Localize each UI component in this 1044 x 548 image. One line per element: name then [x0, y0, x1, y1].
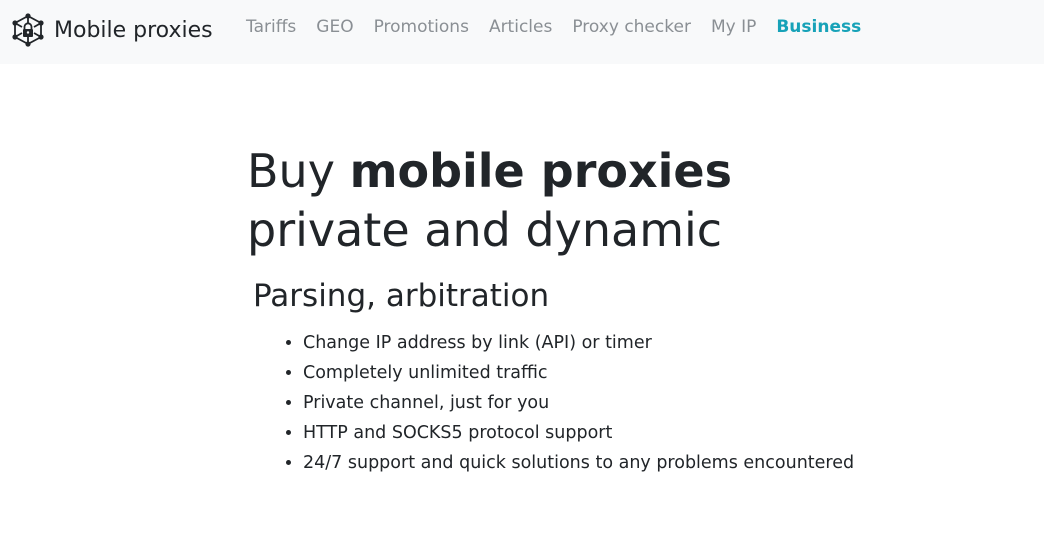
- list-item: Change IP address by link (API) or timer: [303, 328, 1023, 358]
- nav-link-business[interactable]: Business: [776, 17, 861, 37]
- page-subtitle: Parsing, arbitration: [253, 278, 550, 314]
- network-lock-icon: [10, 12, 46, 48]
- nav-item-my-ip: My IP: [711, 17, 756, 37]
- nav-item-articles: Articles: [489, 17, 552, 37]
- title-part1: Buy: [247, 144, 350, 198]
- nav-item-tariffs: Tariffs: [246, 17, 296, 37]
- list-item: Private channel, just for you: [303, 388, 1023, 418]
- nav-item-promotions: Promotions: [374, 17, 469, 37]
- nav-link-geo[interactable]: GEO: [316, 17, 353, 37]
- list-item: 24/7 support and quick solutions to any …: [303, 448, 1023, 478]
- hero: Buy mobile proxies private and dynamic: [247, 142, 947, 260]
- title-line2: private and dynamic: [247, 203, 723, 257]
- nav-link-promotions[interactable]: Promotions: [374, 17, 469, 37]
- list-item: HTTP and SOCKS5 protocol support: [303, 418, 1023, 448]
- nav-link-tariffs[interactable]: Tariffs: [246, 17, 296, 37]
- list-item: Completely unlimited traffic: [303, 358, 1023, 388]
- nav-link-articles[interactable]: Articles: [489, 17, 552, 37]
- navbar: Mobile proxies Tariffs GEO Promotions Ar…: [0, 0, 1044, 64]
- nav-item-proxy-checker: Proxy checker: [572, 17, 691, 37]
- title-highlight: mobile proxies: [349, 144, 733, 198]
- nav-link-proxy-checker[interactable]: Proxy checker: [572, 17, 691, 37]
- page-title: Buy mobile proxies private and dynamic: [247, 142, 947, 260]
- nav-item-business: Business: [776, 17, 861, 37]
- brand-label: Mobile proxies: [54, 17, 213, 43]
- feature-list: Change IP address by link (API) or timer…: [263, 328, 1023, 478]
- brand-link[interactable]: Mobile proxies: [10, 12, 213, 48]
- nav-item-geo: GEO: [316, 17, 353, 37]
- main-nav: Tariffs GEO Promotions Articles Proxy ch…: [246, 17, 881, 37]
- nav-link-my-ip[interactable]: My IP: [711, 17, 756, 37]
